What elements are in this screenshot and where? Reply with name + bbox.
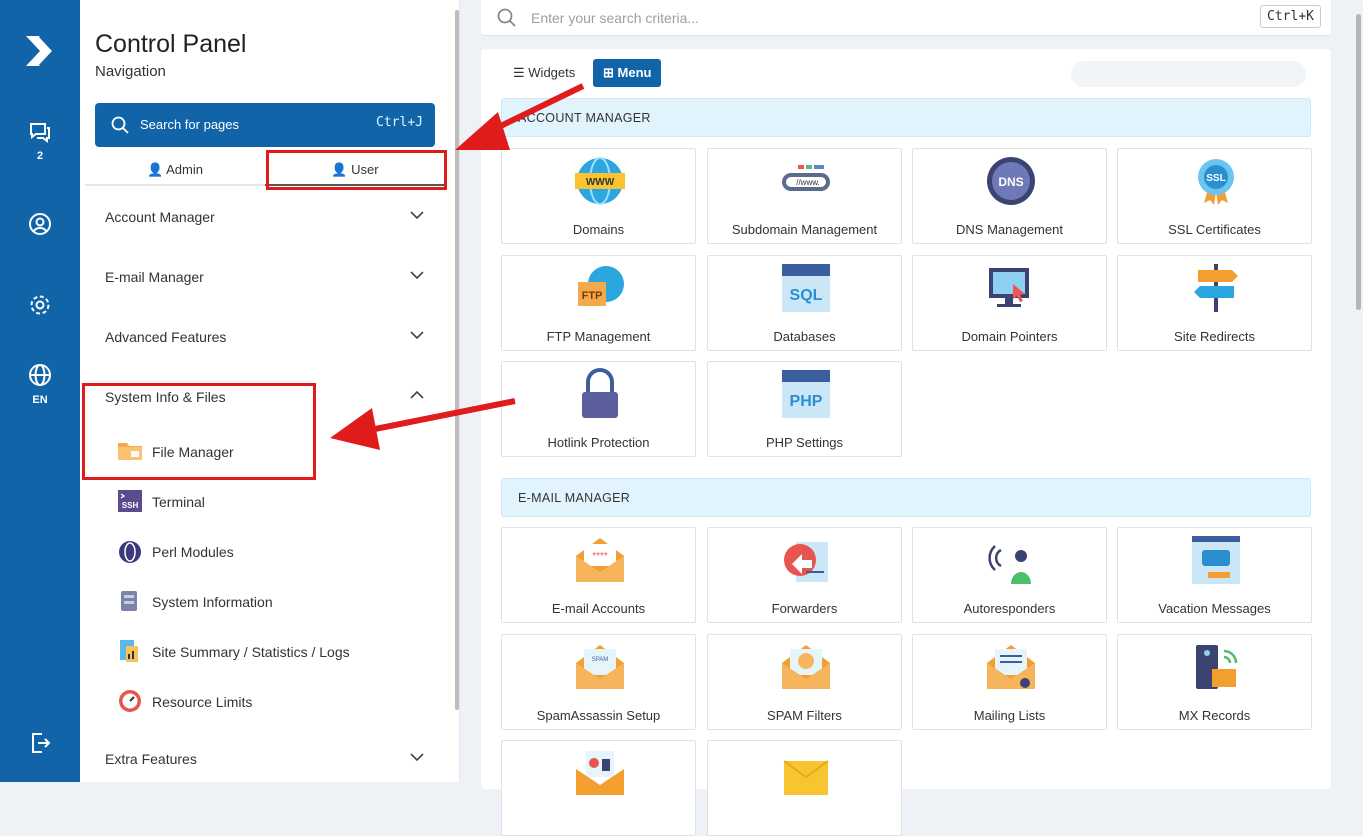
card-forwarders[interactable]: Forwarders [707,527,902,623]
spam-filter-icon [782,645,830,689]
card-partial-1[interactable] [501,740,696,836]
card-email-accounts[interactable]: **** E-mail Accounts [501,527,696,623]
card-php-settings[interactable]: PHP PHP Settings [707,361,902,457]
php-icon: PHP [782,370,830,418]
list-icon: ☰ [513,65,525,80]
dns-globe-icon: DNS [987,157,1035,205]
gauge-icon [119,690,141,712]
envelope-clock-icon [783,760,829,795]
user-profile-icon[interactable] [0,212,80,236]
page-subtitle: Navigation [95,63,166,80]
search-shortcut: Ctrl+J [376,115,423,130]
brand-logo-icon[interactable] [0,30,80,72]
svg-text:SPAM: SPAM [592,657,609,663]
card-autoresponders[interactable]: Autoresponders [912,527,1107,623]
highlight-user-tab [266,150,447,190]
gear-icon[interactable] [0,293,80,317]
blurred-region [1071,61,1306,87]
subdomain-icon: //www. [782,165,830,191]
card-subdomain-management[interactable]: //www. Subdomain Management [707,148,902,244]
chevron-down-icon [410,753,424,762]
www-globe-icon: WWW [575,157,625,205]
ssl-badge-icon: SSL [1198,159,1234,205]
card-dns-management[interactable]: DNS DNS Management [912,148,1107,244]
email-envelope-icon: **** [576,538,624,582]
page-scrollbar[interactable] [1354,0,1363,782]
section-email-manager[interactable]: E-mail Manager [105,269,425,285]
ftp-icon: FTP [578,266,624,306]
section-account-manager[interactable]: Account Manager [105,209,425,225]
statistics-icon [120,640,138,662]
section-advanced-features[interactable]: Advanced Features [105,329,425,345]
spam-envelope-icon: SPAM [576,645,624,689]
svg-text:FTP: FTP [582,290,603,302]
svg-text:DNS: DNS [998,175,1023,189]
group-header-account: ACCOUNT MANAGER [501,98,1311,137]
mailing-list-icon [987,645,1035,689]
card-ftp-management[interactable]: FTP FTP Management [501,255,696,351]
svg-text:PHP: PHP [790,393,823,410]
svg-text:WWW: WWW [586,177,615,188]
card-vacation-messages[interactable]: Vacation Messages [1117,527,1312,623]
signpost-icon [1194,264,1238,312]
svg-text:****: **** [592,551,608,562]
section-extra-features[interactable]: Extra Features [105,751,425,767]
card-hotlink-protection[interactable]: Hotlink Protection [501,361,696,457]
search-shortcut-key: Ctrl+K [1260,5,1321,28]
autoresponder-icon [988,545,1031,584]
card-partial-2[interactable] [707,740,902,836]
card-domains[interactable]: WWW Domains [501,148,696,244]
search-pages-label: Search for pages [140,117,240,132]
chevron-down-icon [410,211,424,220]
vacation-message-icon [1192,536,1240,584]
search-pages-button[interactable]: Search for pages Ctrl+J [95,103,435,147]
grid-icon: ⊞ [603,65,614,80]
tab-admin[interactable]: 👤 Admin [85,150,265,186]
card-databases[interactable]: SQL Databases [707,255,902,351]
card-spamassassin-setup[interactable]: SPAM SpamAssassin Setup [501,634,696,730]
ssh-terminal-icon: SSH [118,490,142,512]
language-globe-icon[interactable]: EN [0,363,80,406]
chat-count-badge: 2 [36,150,44,162]
widgets-view-button[interactable]: ☰ Widgets [503,59,585,87]
main-content: ☰ Widgets ⊞ Menu ACCOUNT MANAGER WWW Dom… [481,49,1331,836]
padlock-icon [582,368,618,418]
system-info-icon [121,591,137,611]
forward-icon [784,542,828,582]
menu-view-button[interactable]: ⊞ Menu [593,59,662,87]
chevron-down-icon [410,271,424,280]
group-header-email: E-MAIL MANAGER [501,478,1311,517]
svg-text://www.: //www. [796,178,820,187]
chat-icon[interactable]: 2 [0,120,80,162]
logout-icon[interactable] [0,731,80,755]
chevron-up-icon [410,390,424,399]
svg-text:SSL: SSL [1206,173,1225,184]
page-title: Control Panel [95,30,247,58]
sql-database-icon: SQL [782,264,830,312]
card-ssl-certificates[interactable]: SSL SSL Certificates [1117,148,1312,244]
envelope-chart-icon [576,751,624,795]
search-icon [111,116,129,134]
card-mailing-lists[interactable]: Mailing Lists [912,634,1107,730]
svg-text:SQL: SQL [790,287,823,304]
highlight-file-manager [82,383,316,480]
search-input[interactable]: Enter your search criteria... [531,10,699,26]
chevron-down-icon [410,331,424,340]
domain-pointer-monitor-icon [989,268,1029,307]
svg-text:SSH: SSH [122,501,139,510]
icon-rail: 2 EN [0,0,80,782]
perl-onion-icon [119,541,141,563]
card-mx-records[interactable]: MX Records [1117,634,1312,730]
admin-icon: 👤 [147,162,164,177]
global-search[interactable]: Enter your search criteria... Ctrl+K [481,0,1331,36]
language-label: EN [32,394,48,406]
card-domain-pointers[interactable]: Domain Pointers [912,255,1107,351]
search-icon [497,8,516,27]
nav-scrollbar[interactable] [454,0,460,782]
mx-server-icon [1196,645,1238,689]
card-site-redirects[interactable]: Site Redirects [1117,255,1312,351]
card-spam-filters[interactable]: SPAM Filters [707,634,902,730]
